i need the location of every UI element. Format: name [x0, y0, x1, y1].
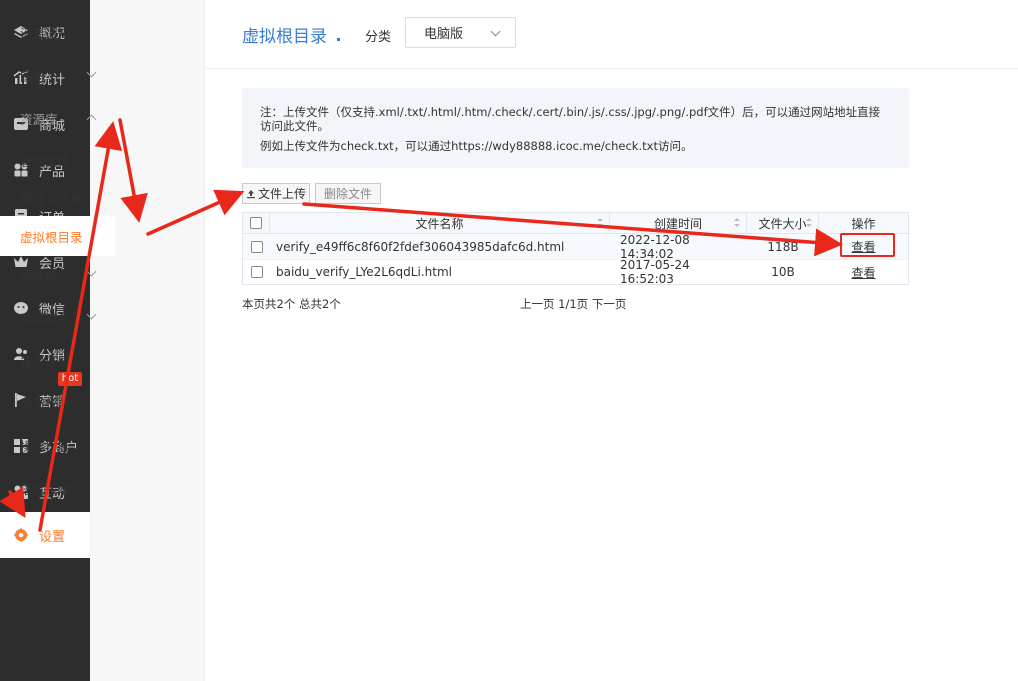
upload-file-button[interactable]: 文件上传 [242, 183, 310, 204]
subnav-label: 操作日志 [20, 438, 71, 454]
subnav-label: 消息通知 [20, 25, 71, 41]
subnav-label: 语言版本 [20, 481, 71, 497]
subnav-label: 商城域名 [20, 310, 71, 326]
upload-icon [246, 189, 255, 198]
subnav-item-domain[interactable]: 商城域名 [0, 297, 115, 337]
highlight-box [840, 233, 895, 257]
file-size: 118B [767, 239, 799, 254]
column-header-label: 创建时间 [653, 216, 702, 231]
category-label: 分类 [365, 30, 392, 45]
sort-icon [597, 218, 603, 228]
column-header-label: 文件大小 [758, 216, 807, 231]
subnav-label: 管理文件 [20, 153, 71, 169]
delete-file-label: 删除文件 [323, 187, 372, 201]
row-checkbox[interactable] [250, 266, 263, 278]
column-header-size[interactable]: 文件大小 [747, 213, 819, 233]
view-link[interactable]: 查看 [851, 266, 875, 280]
sort-icon [806, 218, 812, 228]
table-row[interactable]: verify_e49ff6c8f60f2fdef306043985dafc6d.… [243, 232, 908, 261]
sidebar-footer [0, 558, 90, 681]
header-divider [205, 68, 1018, 69]
delete-file-button[interactable]: 删除文件 [315, 183, 381, 204]
pager-summary: 本页共2个 总共2个 [242, 297, 341, 311]
subnav-label: 资源库 [20, 111, 58, 127]
sort-icon [734, 218, 740, 228]
table-row[interactable]: baidu_verify_LYe2L6qdLi.html 2017-05-24 … [243, 258, 908, 286]
subnav-label: 回收站 [20, 267, 58, 283]
file-time: 2022-12-08 14:34:02 [620, 232, 690, 261]
file-time: 2017-05-24 16:52:03 [620, 258, 690, 286]
subnav-label: 图册 [20, 68, 46, 84]
chevron-down-icon [86, 309, 97, 320]
subnav-label: 成员权限 [20, 395, 71, 411]
row-checkbox-cell [243, 240, 270, 253]
select-all-checkbox[interactable] [250, 217, 262, 229]
category-select[interactable]: 电脑版 [405, 17, 516, 48]
page-title: 虚拟根目录 [242, 27, 327, 47]
chevron-up-icon [86, 114, 97, 125]
column-header-time[interactable]: 创建时间 [610, 213, 747, 233]
file-name: baidu_verify_LYe2L6qdLi.html [276, 265, 452, 279]
subnav-item-permissions[interactable]: 成员权限 [0, 382, 115, 422]
notice-box: 注：上传文件（仅支持.xml/.txt/.html/.htm/.check/.c… [242, 88, 909, 168]
file-name: verify_e49ff6c8f60f2fdef306043985dafc6d.… [276, 239, 565, 254]
column-header-label: 操作 [851, 216, 876, 231]
file-table: 文件名称 创建时间 文件大小 操作 verify_e49ff6c8f60f2fd… [242, 212, 909, 286]
app-root: 概况 统计 商城 产品 订单 会员 微信 [0, 0, 1018, 681]
chevron-down-icon [490, 26, 501, 37]
subnav-label: 虚拟根目录 [20, 229, 83, 245]
column-header-op: 操作 [819, 213, 908, 233]
chevron-down-icon [86, 266, 97, 277]
next-page-link[interactable]: 下一页 [592, 297, 627, 311]
row-checkbox-cell [243, 266, 270, 278]
notice-line-1: 注：上传文件（仅支持.xml/.txt/.html/.htm/.check/.c… [260, 105, 881, 133]
prev-page-link[interactable]: 上一页 [520, 297, 555, 311]
column-header-name[interactable]: 文件名称 [270, 213, 610, 233]
subnav-item-language[interactable]: 语言版本 [0, 468, 115, 508]
chevron-down-icon [86, 67, 97, 78]
sidebar-item-label: 设置 [39, 529, 66, 545]
column-header-label: 文件名称 [415, 216, 464, 231]
pager: 上一页 1/1页 下一页 [520, 296, 626, 312]
subnav-item-recycle-bin[interactable]: 回收站 [0, 254, 115, 294]
subnav-item-album[interactable]: 图册 [0, 55, 115, 95]
subnav-item-manage-files[interactable]: 管理文件 [0, 140, 115, 180]
subnav-item-resources[interactable]: 资源库 [0, 98, 115, 138]
file-size: 10B [771, 265, 795, 279]
gear-icon [13, 527, 29, 543]
op-cell: 查看 [819, 264, 908, 281]
subnav-item-backup[interactable]: 备份还原 [0, 340, 115, 380]
title-dot [337, 38, 340, 41]
table-header: 文件名称 创建时间 文件大小 操作 [243, 213, 908, 234]
subnav-item-virtual-root[interactable]: 虚拟根目录 [0, 216, 115, 256]
row-checkbox[interactable] [250, 240, 263, 253]
subnav-item-manage-folders[interactable]: 管理文件夹 [0, 178, 115, 218]
subnav-item-logs[interactable]: 操作日志 [0, 425, 115, 465]
subnav-label: 管理文件夹 [20, 191, 83, 207]
notice-line-2: 例如上传文件为check.txt，可以通过https://wdy88888.ic… [260, 139, 693, 153]
header-checkbox-cell [243, 213, 270, 233]
subnav-label: 备份还原 [20, 353, 71, 369]
subnav-item-notifications[interactable]: 消息通知 [0, 12, 115, 52]
upload-file-label: 文件上传 [257, 187, 306, 201]
category-select-value: 电脑版 [424, 27, 464, 42]
page-indicator: 1/1页 [558, 297, 589, 311]
sidebar-item-settings[interactable]: 设置 [0, 512, 90, 558]
